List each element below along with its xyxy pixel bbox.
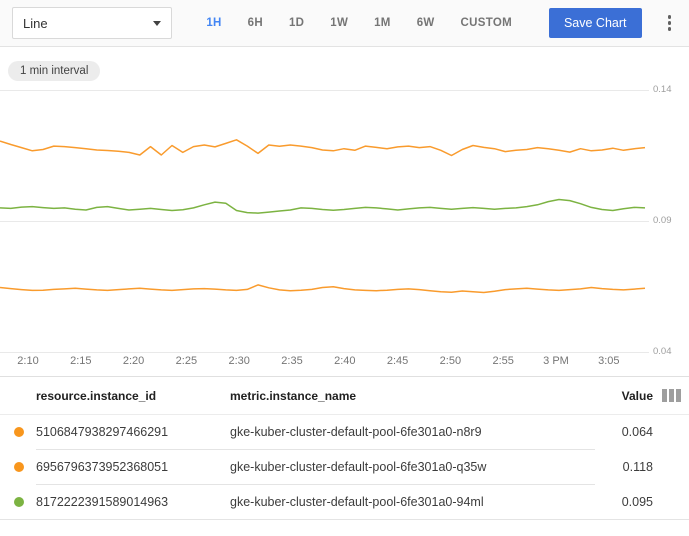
series-color-dot xyxy=(14,462,24,472)
series-line xyxy=(0,140,645,156)
header-instance-id: resource.instance_id xyxy=(36,389,230,403)
table-body: 5106847938297466291gke-kuber-cluster-def… xyxy=(0,415,689,520)
header-value: Value xyxy=(578,389,653,403)
row-value: 0.064 xyxy=(578,425,653,439)
row-instance-id: 8172222391589014963 xyxy=(36,495,230,509)
time-range-6w[interactable]: 6W xyxy=(404,9,448,37)
series-line xyxy=(0,285,645,293)
table-row[interactable]: 6956796373952368051gke-kuber-cluster-def… xyxy=(0,450,689,484)
metrics-chart-panel: Line 1H6H1D1W1M6WCUSTOM Save Chart 1 min… xyxy=(0,0,689,536)
series-color-dot xyxy=(14,427,24,437)
time-range-1d[interactable]: 1D xyxy=(276,9,317,37)
legend-table-header: resource.instance_id metric.instance_nam… xyxy=(0,377,689,414)
row-value: 0.095 xyxy=(578,495,653,509)
header-instance-name: metric.instance_name xyxy=(230,389,578,403)
chart-plot-area: 1 min interval 0.140.090.042:102:152:202… xyxy=(0,47,689,376)
more-options-icon[interactable] xyxy=(662,10,678,36)
row-instance-id: 6956796373952368051 xyxy=(36,460,230,474)
row-instance-name: gke-kuber-cluster-default-pool-6fe301a0-… xyxy=(230,495,578,509)
row-instance-name: gke-kuber-cluster-default-pool-6fe301a0-… xyxy=(230,425,578,439)
row-value: 0.118 xyxy=(578,460,653,474)
chart-type-value: Line xyxy=(23,16,48,31)
save-chart-button[interactable]: Save Chart xyxy=(549,8,642,38)
table-row[interactable]: 8172222391589014963gke-kuber-cluster-def… xyxy=(0,485,689,519)
chart-toolbar: Line 1H6H1D1W1M6WCUSTOM Save Chart xyxy=(0,0,689,47)
y-axis-tick-label: 0.09 xyxy=(653,215,672,226)
time-range-1w[interactable]: 1W xyxy=(317,9,361,37)
row-dot-cell xyxy=(0,497,36,507)
legend-table: resource.instance_id metric.instance_nam… xyxy=(0,376,689,520)
time-range-6h[interactable]: 6H xyxy=(235,9,276,37)
time-range-group: 1H6H1D1W1M6WCUSTOM xyxy=(193,9,525,37)
column-selector-icon[interactable] xyxy=(662,389,681,402)
chart-type-select[interactable]: Line xyxy=(12,7,172,39)
time-range-1h[interactable]: 1H xyxy=(193,9,234,37)
series-line xyxy=(0,200,645,214)
table-row[interactable]: 5106847938297466291gke-kuber-cluster-def… xyxy=(0,415,689,449)
time-range-1m[interactable]: 1M xyxy=(361,9,404,37)
y-axis-tick-label: 0.14 xyxy=(653,84,672,95)
row-dot-cell xyxy=(0,462,36,472)
row-dot-cell xyxy=(0,427,36,437)
table-bottom-divider xyxy=(0,519,689,520)
time-range-custom[interactable]: CUSTOM xyxy=(448,9,525,37)
series-color-dot xyxy=(14,497,24,507)
header-icon-column xyxy=(653,389,689,402)
row-instance-name: gke-kuber-cluster-default-pool-6fe301a0-… xyxy=(230,460,578,474)
line-chart-svg xyxy=(0,47,649,376)
y-axis-tick-label: 0.04 xyxy=(653,346,672,357)
chevron-down-icon xyxy=(153,21,161,26)
row-instance-id: 5106847938297466291 xyxy=(36,425,230,439)
